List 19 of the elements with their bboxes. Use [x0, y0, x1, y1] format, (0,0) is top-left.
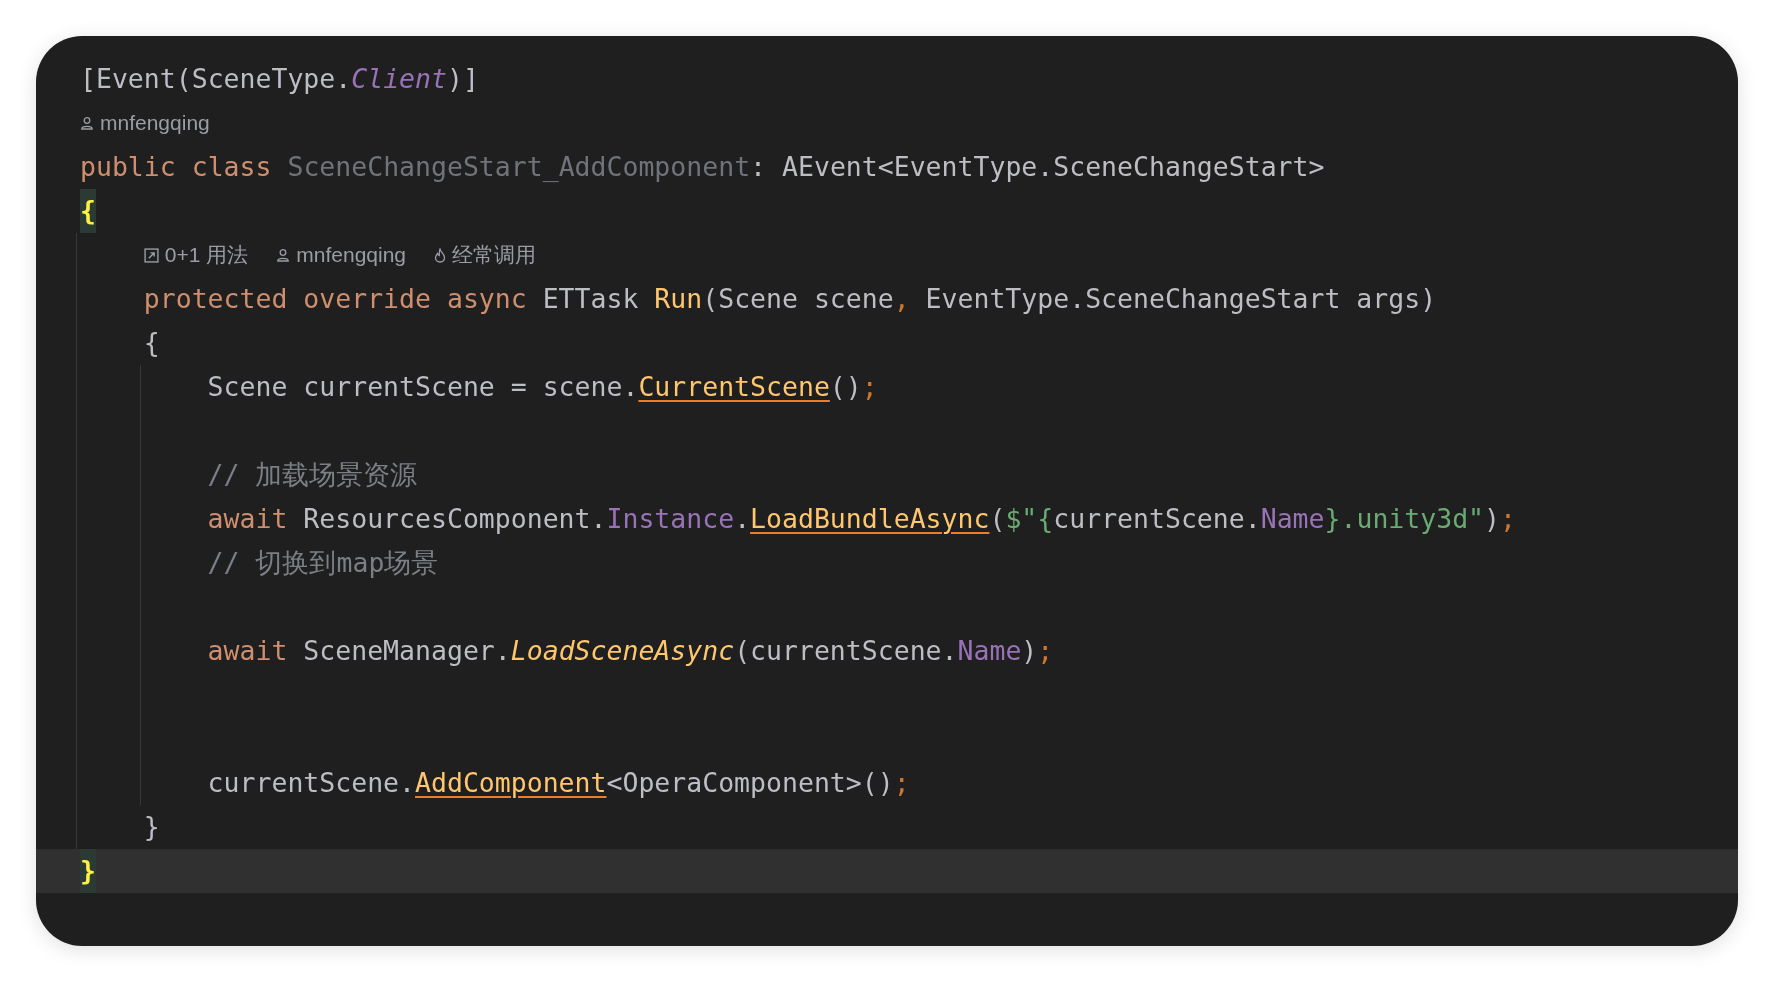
code-line: currentScene.AddComponent<OperaComponent>();: [207, 766, 910, 800]
code-line: // 切换到map场景: [207, 546, 439, 580]
code-line: protected override async ETTask Run(Scene scene, EventType.SceneChangeStart args): [143, 282, 1437, 316]
code-line: {: [143, 326, 160, 360]
frequency-hint[interactable]: 经常调用: [434, 233, 536, 277]
author-hint[interactable]: mnfengqing: [276, 233, 406, 277]
code-line: // 加载场景资源: [207, 458, 418, 492]
external-link-icon: [143, 247, 159, 263]
person-icon: [80, 116, 94, 130]
code-line: [Event(SceneType.Client)]: [80, 62, 479, 96]
flame-icon: [434, 247, 446, 263]
code-line: Scene currentScene = scene.CurrentScene();: [207, 370, 878, 404]
code-line: await ResourcesComponent.Instance.LoadBundleAsync($"{currentScene.Name}.unity3d");: [207, 502, 1516, 536]
usages-hint[interactable]: 0+1 用法: [143, 233, 249, 277]
code-line: }: [143, 810, 160, 844]
code-line: await SceneManager.LoadSceneAsync(currentScene.Name);: [207, 634, 1054, 668]
person-icon: [276, 248, 291, 262]
author-hint[interactable]: mnfengqing: [80, 101, 210, 145]
code-line: public class SceneChangeStart_AddComponent: AEvent<EventType.SceneChangeStart>: [80, 150, 1325, 184]
